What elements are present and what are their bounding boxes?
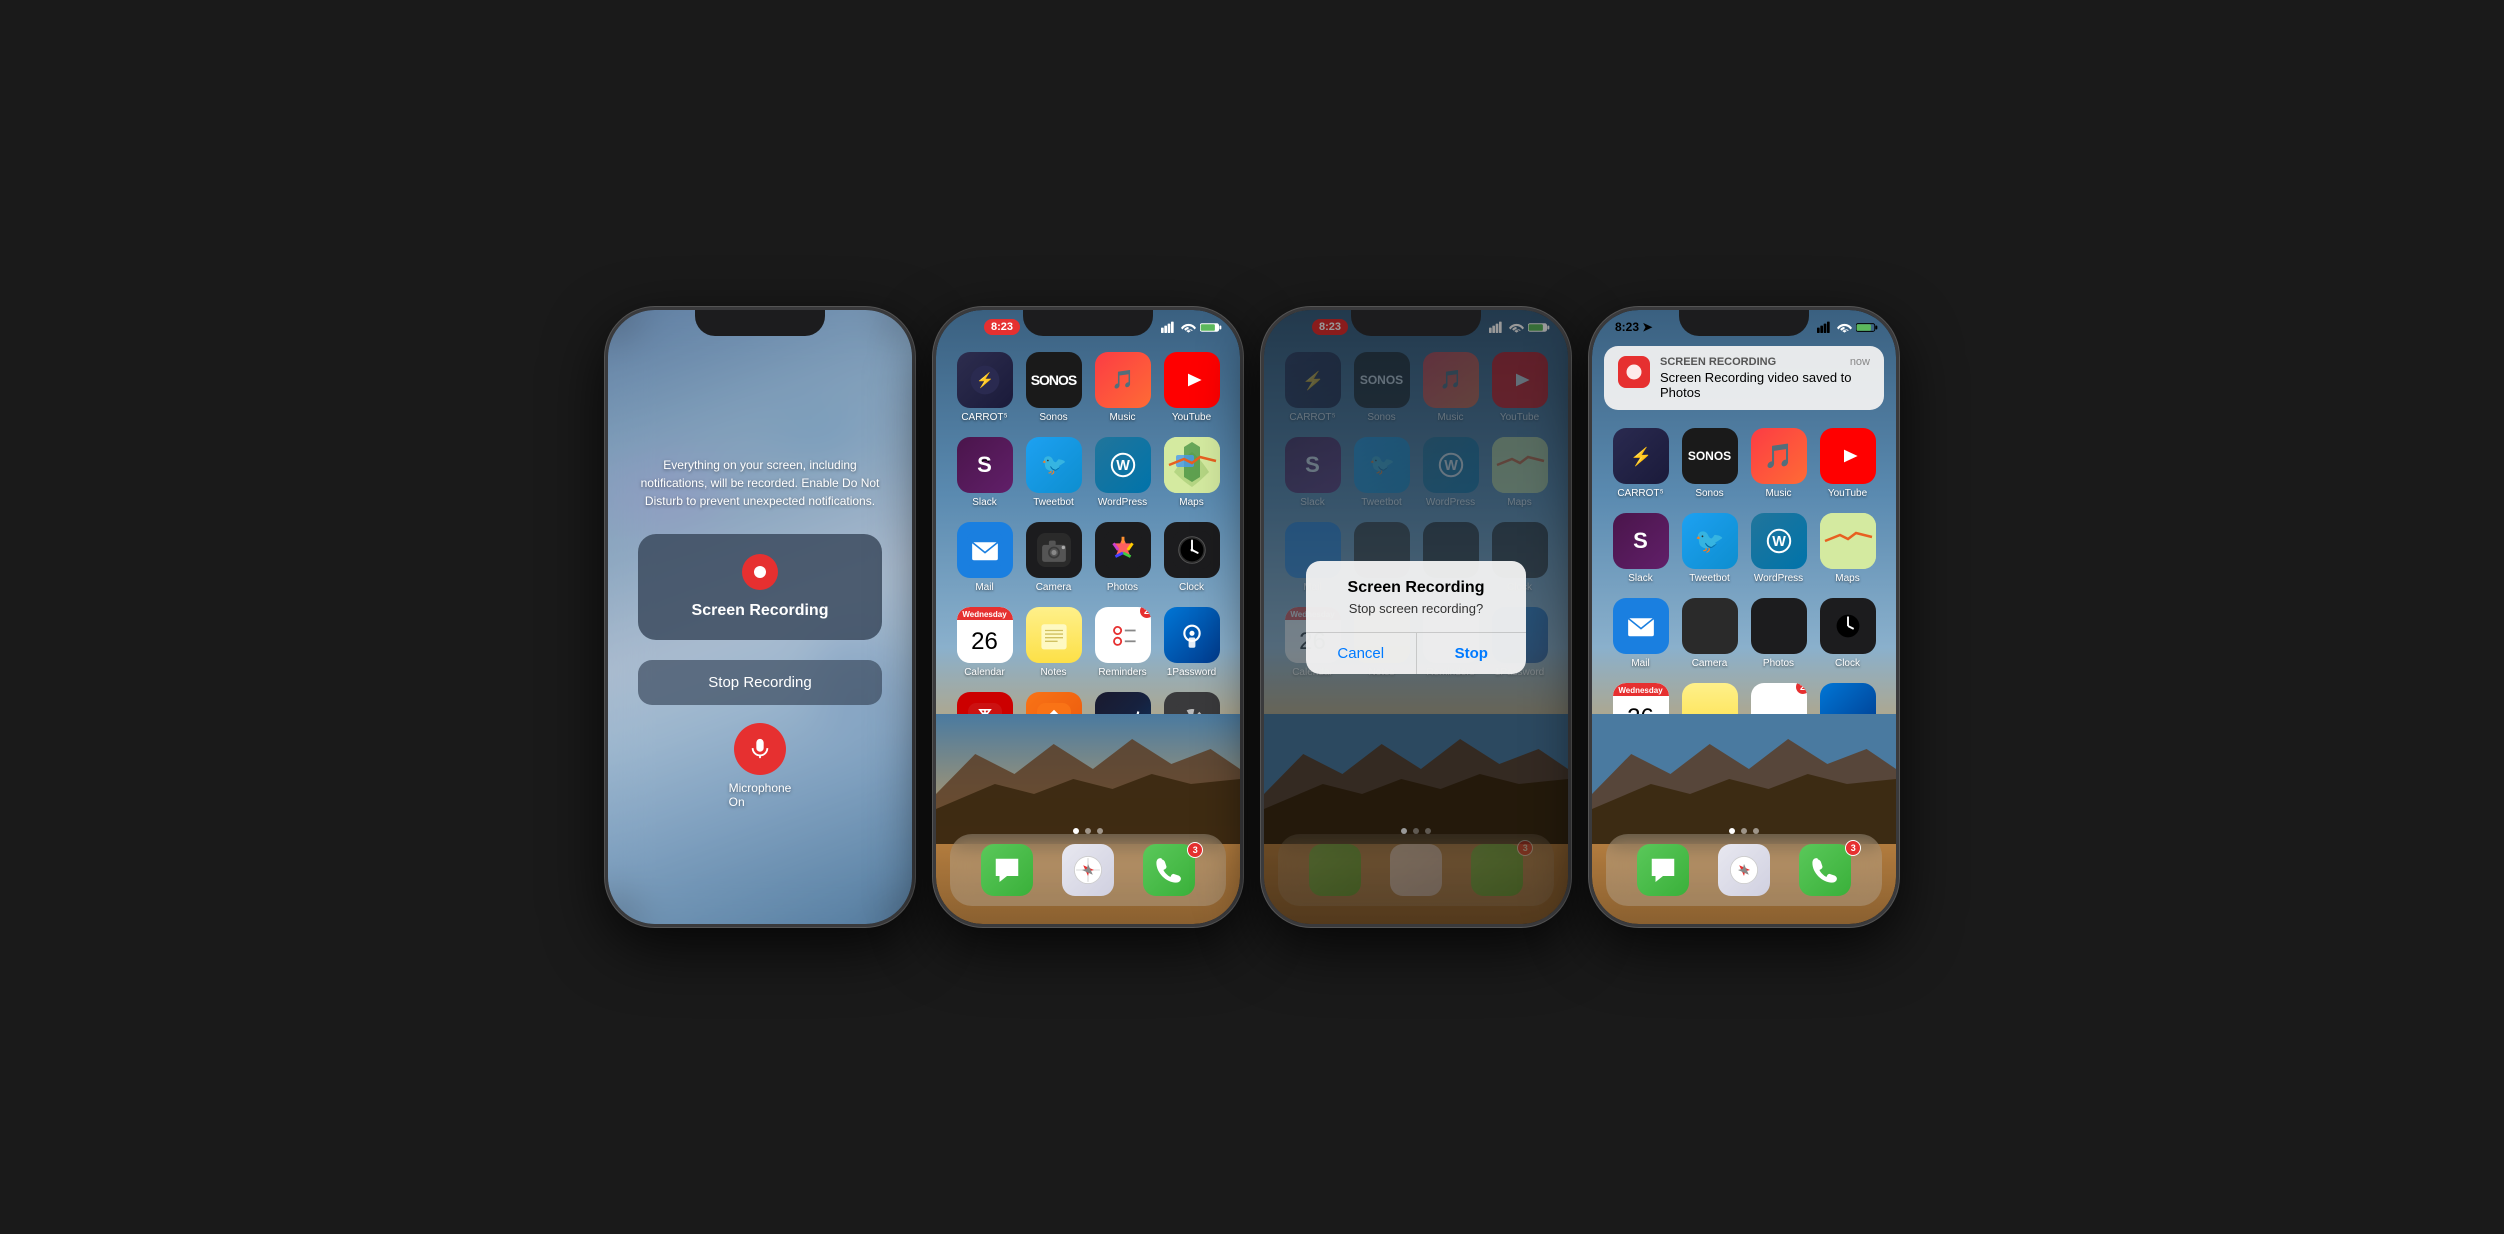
recording-warning-text: Everything on your screen, including not… [638, 456, 882, 510]
svg-text:W: W [1772, 534, 1786, 550]
dialog-cancel-button[interactable]: Cancel [1306, 633, 1416, 674]
app-row-3: Mail Camera [950, 522, 1226, 593]
dock: 3 [950, 834, 1226, 906]
svg-text:🐦: 🐦 [1041, 453, 1067, 476]
stop-recording-button[interactable]: Stop Recording [638, 660, 882, 705]
app-notes[interactable]: Notes [1022, 607, 1086, 678]
phones-container: Everything on your screen, including not… [605, 307, 1899, 927]
phone2-frame: 8:23 ⚡ CARROT⁵ [933, 307, 1243, 927]
stop-recording-dialog: Screen Recording Stop screen recording? … [1306, 561, 1526, 674]
app-maps[interactable]: Maps [1160, 437, 1224, 508]
dock-phone[interactable]: 3 [1793, 844, 1857, 896]
notch [1679, 310, 1809, 336]
app-row-4: Wednesday 26 Calendar Notes [950, 607, 1226, 678]
notch [695, 310, 825, 336]
app-row-2: S S Slack 🐦 Tweetbot [950, 437, 1226, 508]
app-carrot[interactable]: ⚡ CARROT⁵ [953, 352, 1017, 423]
dock-phone[interactable]: 3 [1137, 844, 1201, 896]
app-wordpress[interactable]: W WordPress [1091, 437, 1155, 508]
svg-text:W: W [1116, 458, 1130, 474]
svg-text:⚡: ⚡ [976, 371, 994, 389]
dock: 3 [1606, 834, 1882, 906]
app-grid: ⚡ CARROT⁵ SONOS Sonos 🎵 [936, 342, 1240, 777]
app-row-1: ⚡ CARROT⁵ SONOS Sonos 🎵 [950, 352, 1226, 423]
status-icons [1161, 321, 1222, 333]
app-camera[interactable]: Camera [1022, 522, 1086, 593]
notch [1351, 310, 1481, 336]
svg-text:🎵: 🎵 [1111, 370, 1134, 390]
app-tweetbot[interactable]: 🐦 Tweetbot [1022, 437, 1086, 508]
app-reminders[interactable]: 2 Reminders [1091, 607, 1155, 678]
app-1password[interactable]: 1Password [1160, 607, 1224, 678]
notif-app-icon [1618, 356, 1650, 388]
app-photos[interactable]: Photos [1091, 522, 1155, 593]
status-time: 8:23 ➤ [1615, 320, 1652, 334]
notif-time: now [1850, 356, 1870, 368]
recording-title: Screen Recording [692, 602, 829, 620]
phone1-frame: Everything on your screen, including not… [605, 307, 915, 927]
phone4-frame: 8:23 ➤ SCREEN RECORDING n [1589, 307, 1899, 927]
dialog-title: Screen Recording [1306, 561, 1526, 601]
dialog-overlay: Screen Recording Stop screen recording? … [1264, 310, 1568, 924]
dialog-message: Stop screen recording? [1306, 601, 1526, 632]
recording-screen: Everything on your screen, including not… [608, 310, 912, 924]
mic-icon [734, 723, 786, 775]
app-music[interactable]: 🎵 Music [1091, 352, 1155, 423]
mic-button[interactable]: MicrophoneOn [729, 723, 792, 809]
notif-app-name: SCREEN RECORDING [1660, 356, 1776, 368]
dock-safari[interactable] [1056, 844, 1120, 896]
dialog-stop-button[interactable]: Stop [1417, 633, 1527, 674]
dock-messages[interactable] [975, 844, 1039, 896]
app-sonos[interactable]: SONOS Sonos [1022, 352, 1086, 423]
app-youtube[interactable]: YouTube [1160, 352, 1224, 423]
dock-messages[interactable] [1631, 844, 1695, 896]
phone3-frame: 8:23 ⚡CARROT⁵ SONOSSonos 🎵Music YouTube [1261, 307, 1571, 927]
dialog-buttons: Cancel Stop [1306, 633, 1526, 674]
recording-icon [742, 554, 778, 590]
svg-text:⚡: ⚡ [1630, 446, 1652, 467]
app-calendar[interactable]: Wednesday 26 Calendar [953, 607, 1017, 678]
app-clock[interactable]: Clock [1160, 522, 1224, 593]
notif-message: Screen Recording video saved to Photos [1660, 370, 1870, 400]
app-slack[interactable]: S S Slack [953, 437, 1017, 508]
status-time: 8:23 [984, 319, 1020, 335]
notification-banner[interactable]: SCREEN RECORDING now Screen Recording vi… [1604, 346, 1884, 410]
dock-safari[interactable] [1712, 844, 1776, 896]
recording-box[interactable]: Screen Recording [638, 534, 882, 640]
notch [1023, 310, 1153, 336]
app-mail[interactable]: Mail [953, 522, 1017, 593]
notif-content: SCREEN RECORDING now Screen Recording vi… [1660, 356, 1870, 400]
mic-label: MicrophoneOn [729, 781, 792, 809]
status-icons [1817, 321, 1878, 333]
